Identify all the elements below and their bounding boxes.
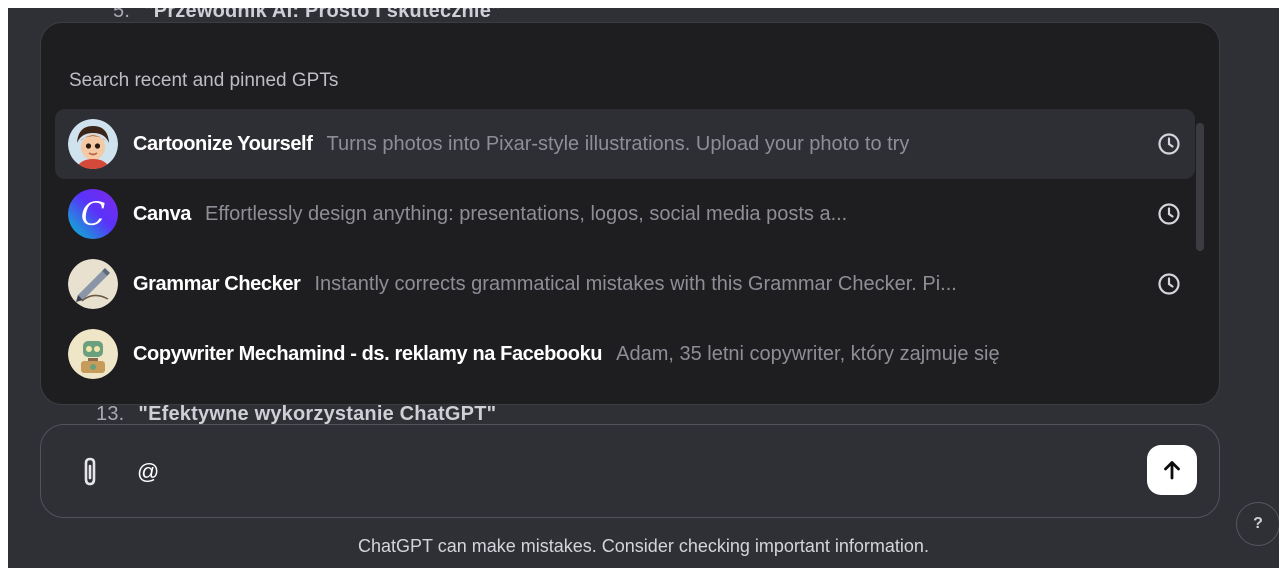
gpt-mention-popup: Search recent and pinned GPTs Cartoonize… — [40, 22, 1220, 405]
background-item-text: "Przewodnik AI: Prosto i skutecznie" — [144, 8, 501, 22]
svg-text:C: C — [81, 195, 105, 233]
gpt-item-text: Canva Effortlessly design anything: pres… — [133, 179, 1145, 249]
gpt-name: Copywriter Mechamind - ds. reklamy na Fa… — [133, 342, 603, 365]
disclaimer-text: ChatGPT can make mistakes. Consider chec… — [358, 536, 929, 556]
cartoonize-avatar — [68, 119, 118, 169]
help-button[interactable]: ? — [1236, 502, 1279, 546]
gpt-description: Adam, 35 letni copywriter, który zajmuje… — [616, 342, 1000, 365]
gpt-item-cartoonize-yourself[interactable]: Cartoonize Yourself Turns photos into Pi… — [55, 109, 1195, 179]
gpt-item-copywriter-mechamind[interactable]: Copywriter Mechamind - ds. reklamy na Fa… — [55, 319, 1195, 389]
paperclip-icon[interactable] — [79, 455, 101, 489]
chat-app: 5. "Przewodnik AI: Prosto i skutecznie" 1… — [8, 8, 1279, 568]
clock-icon — [1157, 272, 1181, 296]
gpt-item-grammar-checker[interactable]: Grammar Checker Instantly corrects gramm… — [55, 249, 1195, 319]
grammar-checker-avatar — [68, 259, 118, 309]
gpt-item-text: Cartoonize Yourself Turns photos into Pi… — [133, 109, 1145, 179]
arrow-up-icon — [1164, 461, 1180, 480]
clock-icon — [1157, 202, 1181, 226]
background-item-text: "Efektywne wykorzystanie ChatGPT" — [138, 403, 497, 425]
background-list-item: 5. "Przewodnik AI: Prosto i skutecznie" — [113, 8, 501, 23]
canva-avatar: C — [68, 189, 118, 239]
copywriter-avatar — [68, 329, 118, 379]
gpt-description: Effortlessly design anything: presentati… — [205, 202, 848, 225]
gpt-name: Canva — [133, 202, 192, 225]
gpt-item-text: Grammar Checker Instantly corrects gramm… — [133, 249, 1145, 319]
gpt-name: Cartoonize Yourself — [133, 132, 313, 155]
clock-icon — [1157, 132, 1181, 156]
background-item-number: 13. — [96, 403, 125, 425]
gpt-name: Grammar Checker — [133, 272, 301, 295]
message-composer — [40, 424, 1220, 518]
popup-scrollbar[interactable] — [1196, 123, 1204, 251]
gpt-item-canva[interactable]: C Canva Effortlessly design anything: pr… — [55, 179, 1195, 249]
gpt-item-text: Copywriter Mechamind - ds. reklamy na Fa… — [133, 319, 1181, 389]
gpt-list: Cartoonize Yourself Turns photos into Pi… — [55, 109, 1195, 389]
background-item-number: 5. — [113, 8, 131, 22]
gpt-description: Turns photos into Pixar-style illustrati… — [326, 132, 910, 155]
background-list-item: 13. "Efektywne wykorzystanie ChatGPT" — [96, 403, 496, 426]
message-input[interactable] — [137, 455, 1037, 489]
send-button[interactable] — [1147, 445, 1197, 495]
gpt-description: Instantly corrects grammatical mistakes … — [314, 272, 957, 295]
popup-header: Search recent and pinned GPTs — [69, 70, 339, 91]
